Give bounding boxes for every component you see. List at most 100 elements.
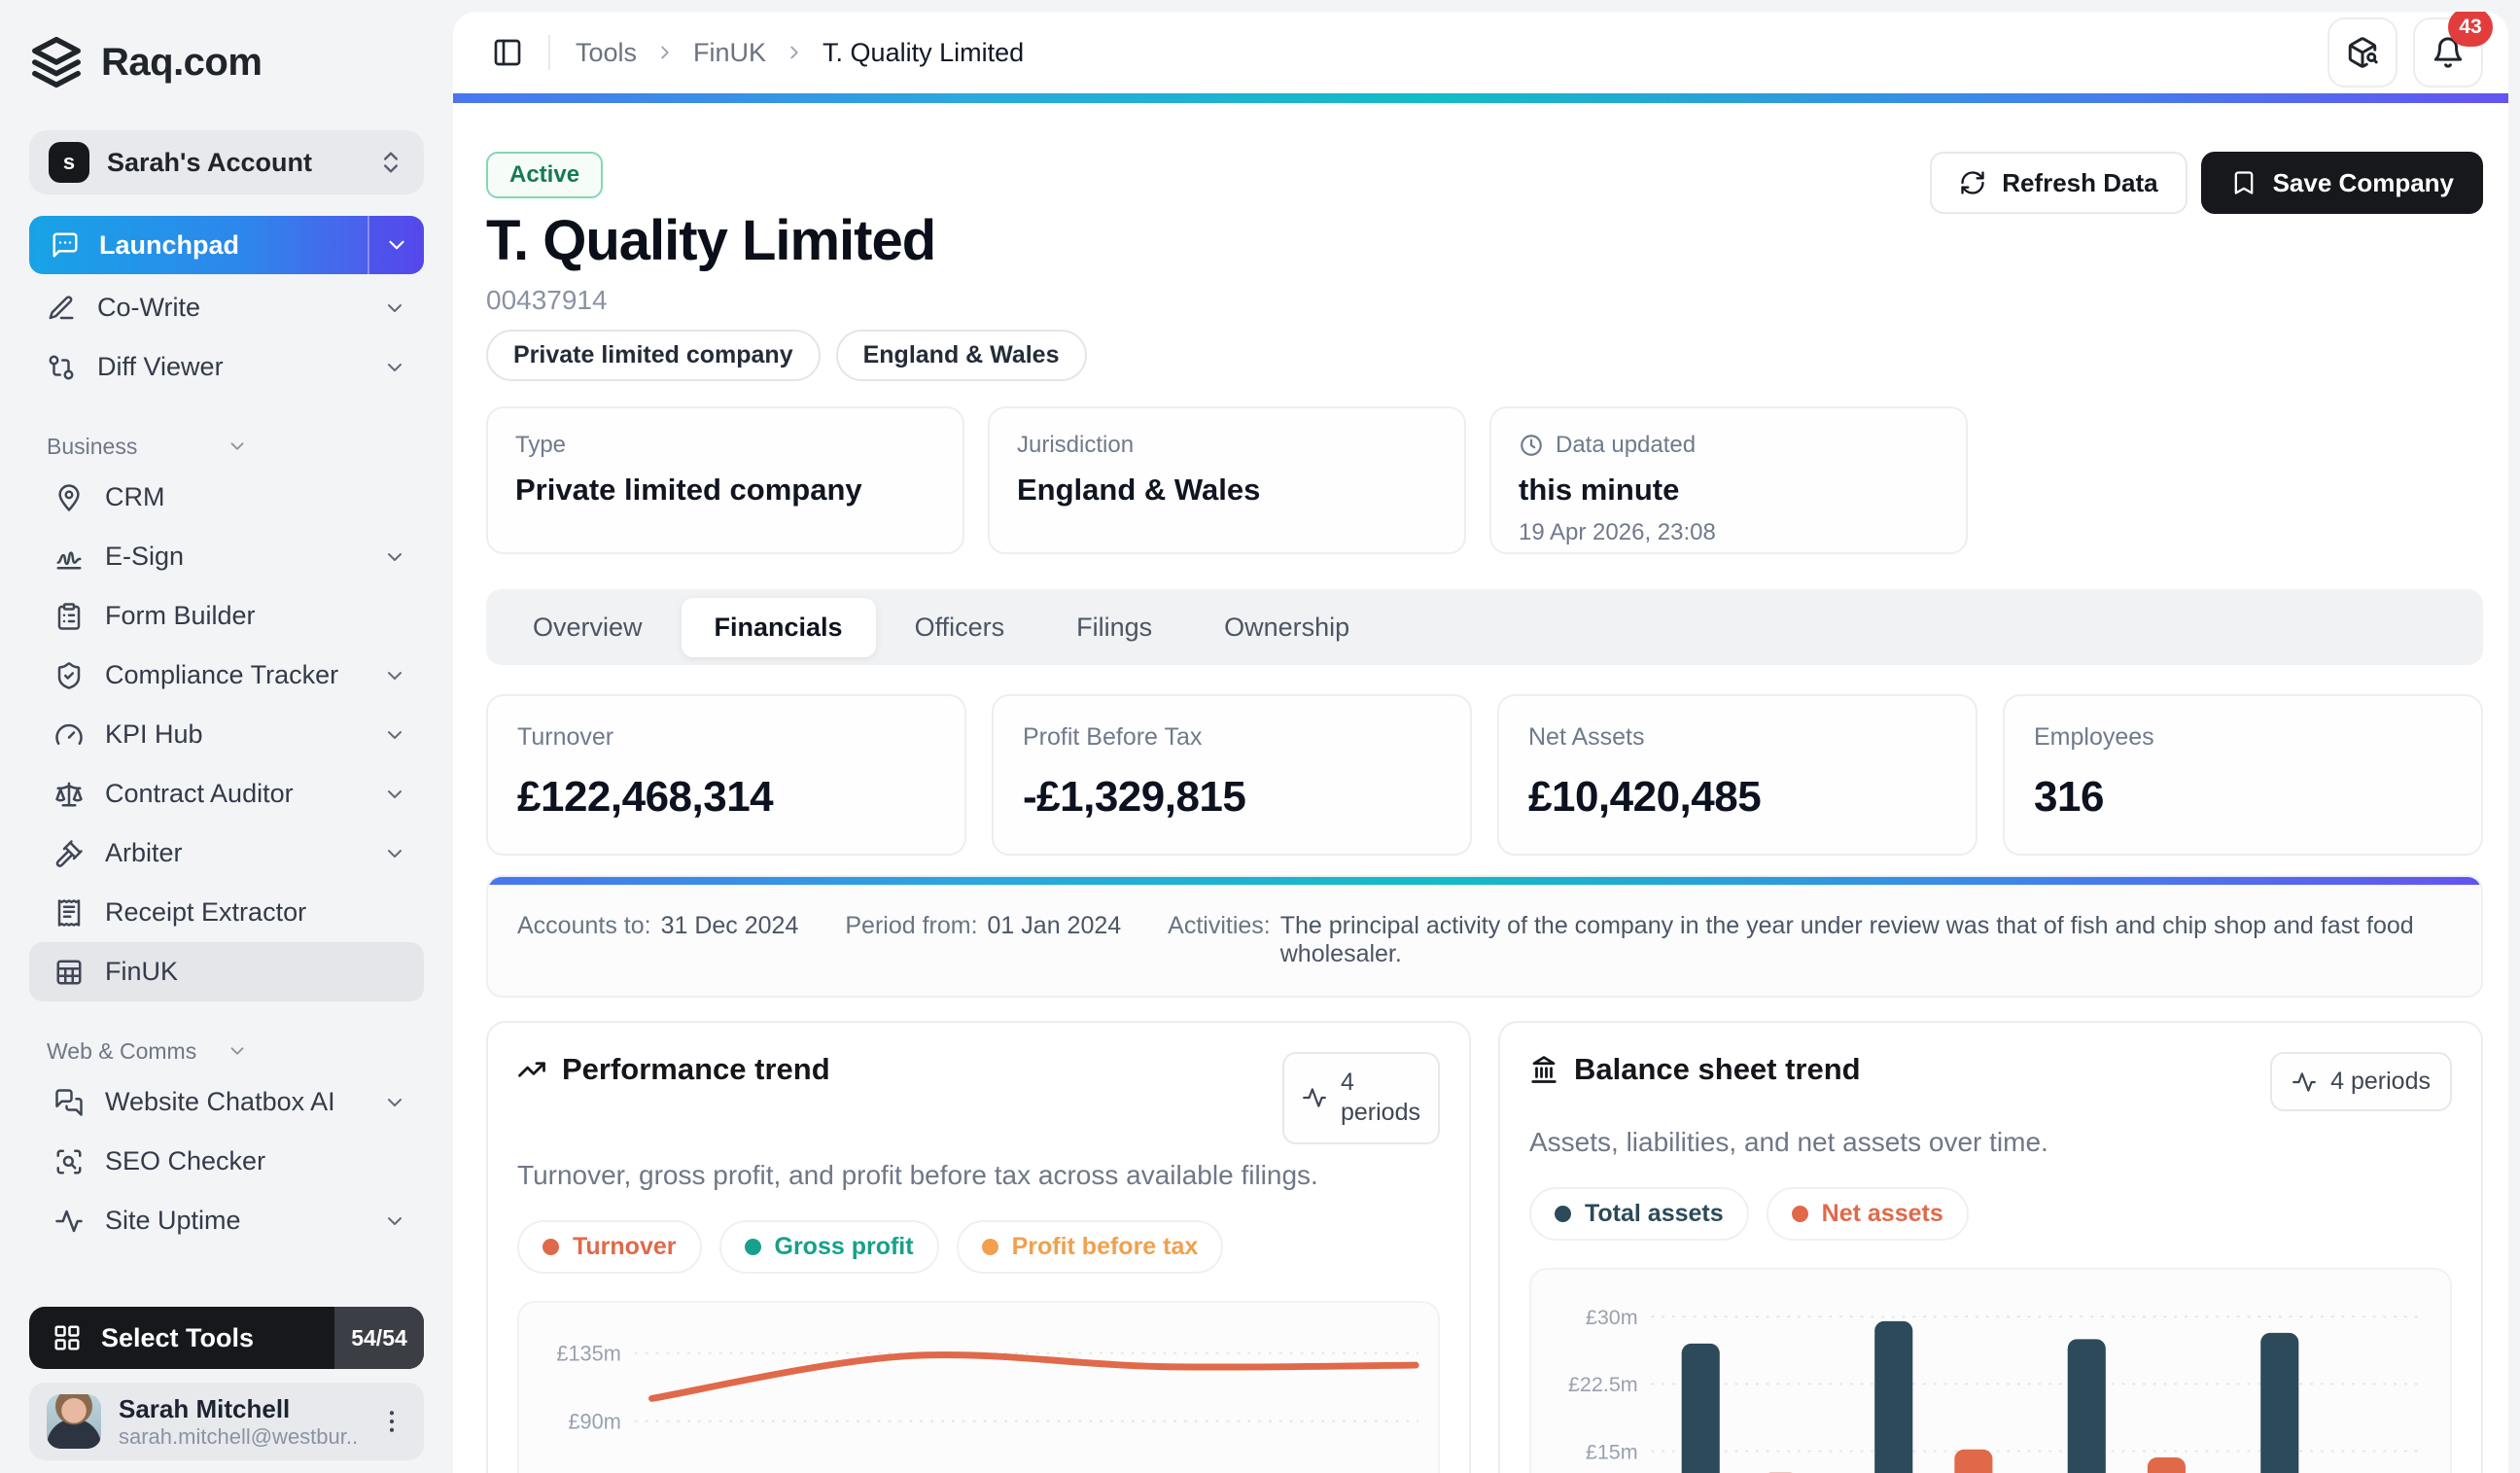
legend-label: Profit before tax xyxy=(1011,1232,1199,1260)
breadcrumb-tools[interactable]: Tools xyxy=(576,38,637,68)
sidebar-item-crm[interactable]: CRM xyxy=(29,468,424,527)
legend-turnover[interactable]: Turnover xyxy=(517,1219,702,1274)
sidebar-item-compliance-tracker[interactable]: Compliance Tracker xyxy=(29,646,424,705)
sidebar-item-label: Website Chatbox AI xyxy=(105,1087,335,1116)
account-avatar: s xyxy=(49,142,89,183)
user-menu[interactable]: Sarah Mitchell sarah.mitchell@westbur... xyxy=(29,1383,424,1460)
chevron-down-icon xyxy=(388,671,402,680)
topbar-divider xyxy=(548,35,550,70)
chart-subtitle: Turnover, gross profit, and profit befor… xyxy=(517,1159,1318,1190)
sidebar-item-label: Site Uptime xyxy=(105,1206,241,1235)
refresh-data-button[interactable]: Refresh Data xyxy=(1930,152,2188,214)
legend-total-assets[interactable]: Total assets xyxy=(1529,1187,1749,1241)
sidebar-item-label: CRM xyxy=(105,482,165,511)
sidebar-section-business[interactable]: Business xyxy=(29,425,424,468)
tab-ownership[interactable]: Ownership xyxy=(1191,598,1382,657)
select-tools-button[interactable]: Select Tools 54/54 xyxy=(29,1307,424,1369)
stat-cards: Turnover £122,468,314 Profit Before Tax -£1… xyxy=(486,694,2483,856)
sidebar-item-finuk[interactable]: FinUK xyxy=(29,942,424,1001)
accounts-item-label: Period from: xyxy=(845,912,978,939)
sidebar-item-website-chatbox-ai[interactable]: Website Chatbox AI xyxy=(29,1072,424,1132)
tab-overview[interactable]: Overview xyxy=(500,598,676,657)
svg-text:£30m: £30m xyxy=(1586,1306,1638,1329)
page-title: T. Quality Limited xyxy=(486,209,936,272)
tag-england-wales: England & Wales xyxy=(835,330,1087,381)
gavel-icon xyxy=(55,839,83,867)
stat-value: -£1,329,815 xyxy=(1023,773,1246,821)
legend-gross-profit[interactable]: Gross profit xyxy=(718,1219,939,1274)
sidebar-item-co-write[interactable]: Co-Write xyxy=(29,278,424,337)
save-company-button[interactable]: Save Company xyxy=(2200,152,2483,214)
balance-plot-area: £30m£22.5m£15m£7.5m xyxy=(1529,1268,2452,1473)
chevron-down-icon xyxy=(388,1098,402,1106)
select-tools-label: Select Tools xyxy=(101,1322,255,1352)
stat-card-turnover: Turnover £122,468,314 xyxy=(486,694,966,856)
brand-logo: Raq.com xyxy=(29,27,424,97)
sidebar-item-form-builder[interactable]: Form Builder xyxy=(29,586,424,646)
sidebar-toggle-button[interactable] xyxy=(486,31,529,74)
sidebar-item-seo-checker[interactable]: SEO Checker xyxy=(29,1132,424,1191)
chevron-down-icon xyxy=(388,849,402,858)
chevron-down-icon xyxy=(388,789,402,798)
chevrons-up-down-icon xyxy=(384,152,398,173)
receipt-icon xyxy=(57,898,81,927)
clock-icon xyxy=(1521,435,1542,456)
chevron-down-icon xyxy=(388,552,402,561)
trending-up-icon xyxy=(518,1062,545,1077)
svg-text:£135m: £135m xyxy=(556,1341,620,1365)
sidebar-item-diff-viewer[interactable]: Diff Viewer xyxy=(29,337,424,397)
accounts-item-value: 01 Jan 2024 xyxy=(987,912,1122,939)
chart-legend: Total assets Net assets xyxy=(1529,1187,2452,1241)
tab-officers[interactable]: Officers xyxy=(882,598,1038,657)
stat-value: £10,420,485 xyxy=(1528,773,1762,821)
sidebar-item-contract-auditor[interactable]: Contract Auditor xyxy=(29,764,424,824)
sidebar-item-site-uptime[interactable]: Site Uptime xyxy=(29,1191,424,1250)
chart-legend: Turnover Gross profit Profit before tax xyxy=(517,1219,1440,1274)
user-email: sarah.mitchell@westbur... xyxy=(119,1423,360,1449)
chart-title: Performance trend xyxy=(562,1052,830,1086)
info-card-jurisdiction: Jurisdiction England & Wales xyxy=(988,406,1466,554)
sidebar-item-e-sign[interactable]: E-Sign xyxy=(29,527,424,586)
legend-net-assets[interactable]: Net assets xyxy=(1766,1187,1969,1241)
package-search-icon xyxy=(2348,37,2378,68)
stat-card-employees: Employees 316 xyxy=(2003,694,2483,856)
sidebar-item-launchpad[interactable]: Launchpad xyxy=(29,216,424,274)
sidebar-item-kpi-hub[interactable]: KPI Hub xyxy=(29,705,424,764)
info-card-value: England & Wales xyxy=(1017,473,1261,507)
package-search-button[interactable] xyxy=(2328,18,2398,88)
accent-gradient-bar xyxy=(453,93,2508,103)
status-badge: Active xyxy=(486,152,604,198)
svg-text:£22.5m: £22.5m xyxy=(1568,1373,1638,1396)
user-more-button[interactable] xyxy=(377,1407,406,1436)
messages-square-icon xyxy=(55,1088,83,1116)
launchpad-expand-button[interactable] xyxy=(368,216,424,274)
panel-left-icon xyxy=(494,39,521,66)
tab-filings[interactable]: Filings xyxy=(1043,598,1185,657)
sidebar-item-receipt-extractor[interactable]: Receipt Extractor xyxy=(29,883,424,942)
sidebar-item-arbiter[interactable]: Arbiter xyxy=(29,824,424,883)
activity-icon xyxy=(1303,1088,1326,1107)
chevron-down-icon xyxy=(230,1047,244,1055)
info-card-label: Type xyxy=(515,432,567,458)
legend-dot xyxy=(542,1238,559,1255)
landmark-icon xyxy=(1531,1056,1557,1083)
legend-label: Turnover xyxy=(573,1232,677,1260)
accounts-item-label: Accounts to: xyxy=(517,912,651,939)
info-card-label: Data updated xyxy=(1556,432,1697,458)
accounts-item-activities: Activities: The principal activity of the… xyxy=(1168,912,2452,968)
activity-icon xyxy=(55,1210,83,1232)
legend-profit-before-tax[interactable]: Profit before tax xyxy=(956,1219,1224,1274)
notifications-button[interactable]: 43 xyxy=(2413,12,2493,88)
sidebar-section-web-comms[interactable]: Web & Comms xyxy=(29,1030,424,1072)
account-switcher[interactable]: s Sarah's Account xyxy=(29,130,424,194)
accounts-item-value: 31 Dec 2024 xyxy=(660,912,799,939)
table-icon xyxy=(56,960,82,984)
main-panel: Tools FinUK T. Quality Limited 43 Active T… xyxy=(453,12,2508,1473)
layout-grid-icon xyxy=(54,1325,80,1350)
tab-financials[interactable]: Financials xyxy=(681,597,876,657)
sidebar-item-label: Diff Viewer xyxy=(97,352,224,381)
company-number: 00437914 xyxy=(486,285,608,315)
stat-label: Employees xyxy=(2034,723,2154,751)
breadcrumb-finuk[interactable]: FinUK xyxy=(693,38,766,68)
svg-text:£90m: £90m xyxy=(568,1409,620,1433)
